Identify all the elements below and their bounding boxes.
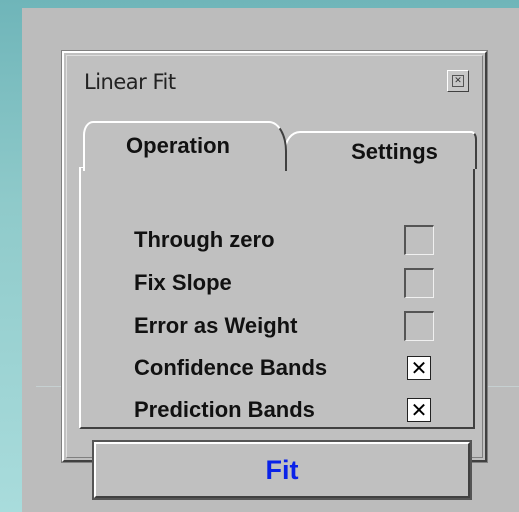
prediction-bands-checkbox[interactable]: ✕ (407, 398, 431, 422)
option-label: Through zero (134, 227, 275, 252)
fix-slope-checkbox[interactable] (404, 268, 434, 298)
option-fix-slope[interactable]: Fix Slope (134, 268, 454, 302)
tab-operation[interactable]: Operation (83, 121, 287, 171)
tab-control: Settings Operation Through zero Fix Slop… (79, 119, 477, 429)
option-label: Confidence Bands (134, 355, 328, 380)
fit-button-label: Fit (265, 454, 299, 485)
tab-settings[interactable]: Settings (284, 131, 477, 169)
confidence-bands-checkbox[interactable]: ✕ (407, 356, 431, 380)
error-as-weight-checkbox[interactable] (404, 311, 434, 341)
fit-button[interactable]: Fit (92, 440, 472, 500)
close-icon: ✕ (452, 75, 464, 87)
option-label: Error as Weight (134, 313, 298, 338)
option-label: Fix Slope (134, 270, 232, 295)
desktop-background: Linear Fit ✕ Settings Operation Through … (0, 0, 519, 512)
linear-fit-dialog: Linear Fit ✕ Settings Operation Through … (61, 50, 488, 500)
option-prediction-bands[interactable]: Prediction Bands ✕ (134, 395, 454, 429)
checkmark-icon: ✕ (410, 356, 428, 380)
checkmark-icon: ✕ (410, 398, 428, 422)
option-through-zero[interactable]: Through zero (134, 225, 454, 259)
tab-operation-label: Operation (126, 133, 230, 158)
close-button[interactable]: ✕ (447, 70, 469, 92)
option-error-as-weight[interactable]: Error as Weight (134, 311, 454, 345)
option-confidence-bands[interactable]: Confidence Bands ✕ (134, 353, 454, 387)
through-zero-checkbox[interactable] (404, 225, 434, 255)
dialog-title: Linear Fit (84, 70, 176, 94)
tab-settings-label: Settings (351, 139, 438, 164)
option-label: Prediction Bands (134, 397, 315, 422)
